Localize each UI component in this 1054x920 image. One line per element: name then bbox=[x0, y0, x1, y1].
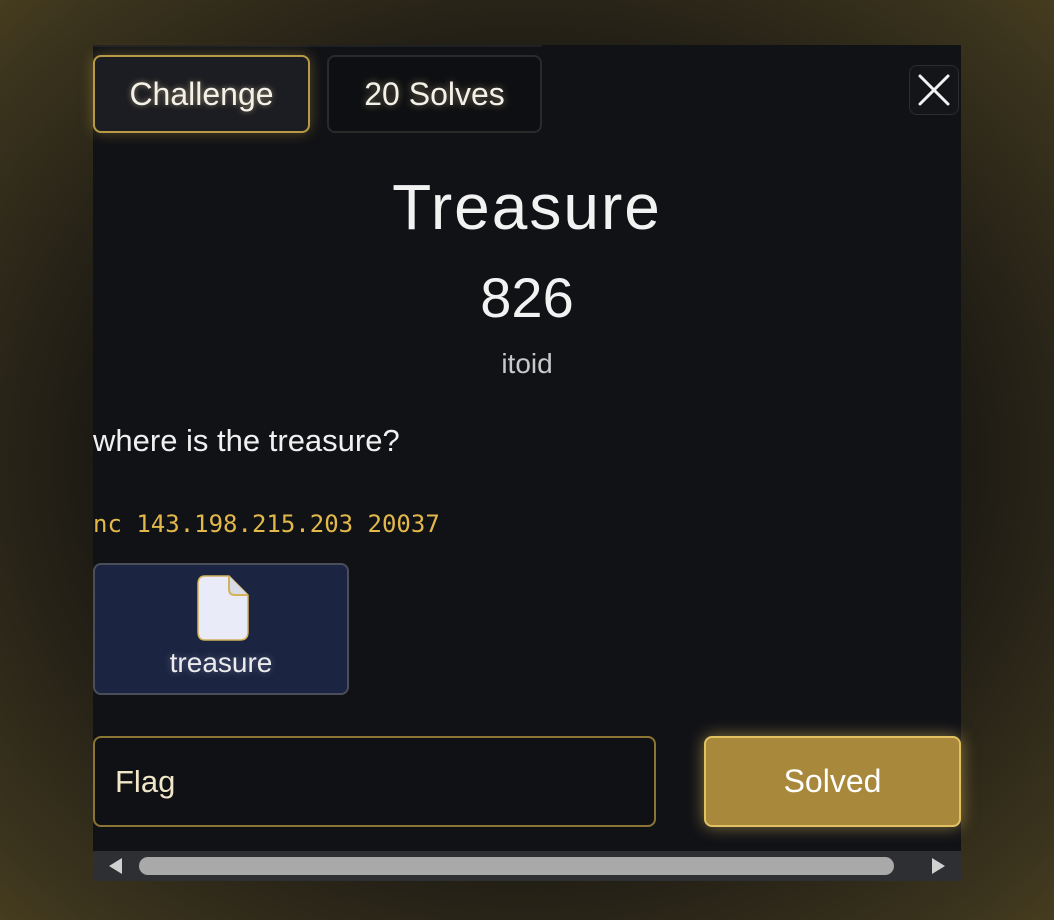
challenge-author: itoid bbox=[501, 348, 553, 379]
challenge-points: 826 bbox=[480, 266, 574, 329]
challenge-title: Treasure bbox=[392, 171, 662, 243]
horizontal-scrollbar[interactable] bbox=[93, 851, 961, 881]
solved-button[interactable]: Solved bbox=[704, 736, 961, 827]
tab-strip bbox=[93, 45, 542, 47]
scroll-right-arrow-icon[interactable] bbox=[932, 858, 945, 874]
modal-backdrop: Challenge 20 Solves Treasure 826 itoid w… bbox=[0, 0, 1054, 920]
challenge-modal: Challenge 20 Solves Treasure 826 itoid w… bbox=[93, 45, 961, 881]
file-icon bbox=[197, 575, 249, 641]
flag-input[interactable] bbox=[93, 736, 656, 827]
attachment-file-button[interactable]: treasure bbox=[93, 563, 349, 695]
attachment-filename: treasure bbox=[169, 647, 273, 678]
scrollbar-thumb[interactable] bbox=[139, 857, 894, 875]
tab-solves[interactable]: 20 Solves bbox=[327, 55, 542, 133]
close-button[interactable] bbox=[909, 65, 959, 115]
tab-challenge[interactable]: Challenge bbox=[93, 55, 310, 133]
close-icon bbox=[918, 74, 950, 106]
connection-command: nc 143.198.215.203 20037 bbox=[93, 510, 440, 538]
challenge-description: where is the treasure? bbox=[93, 423, 400, 458]
scroll-left-arrow-icon[interactable] bbox=[109, 858, 122, 874]
